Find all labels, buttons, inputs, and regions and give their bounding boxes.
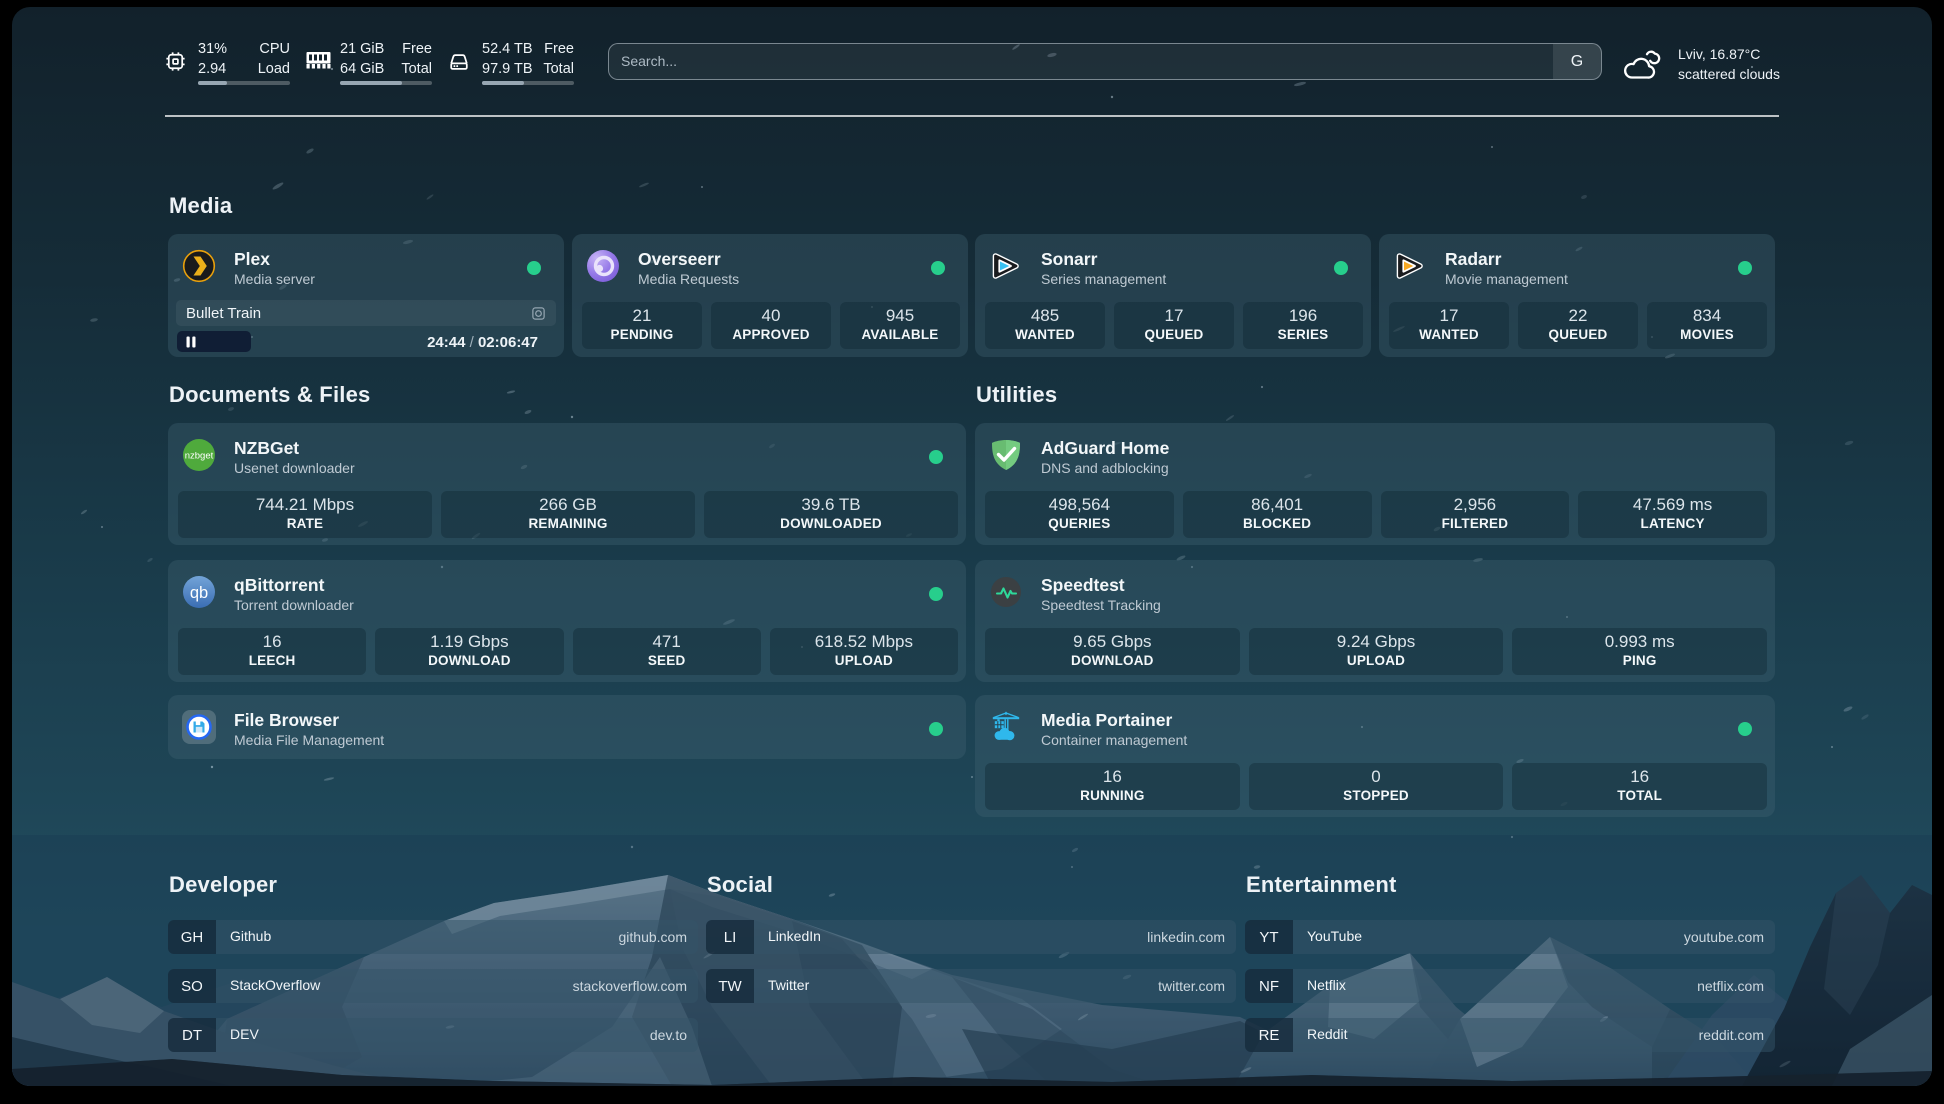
svg-text:qb: qb [190,584,208,602]
svg-text:nzbget: nzbget [185,451,214,462]
